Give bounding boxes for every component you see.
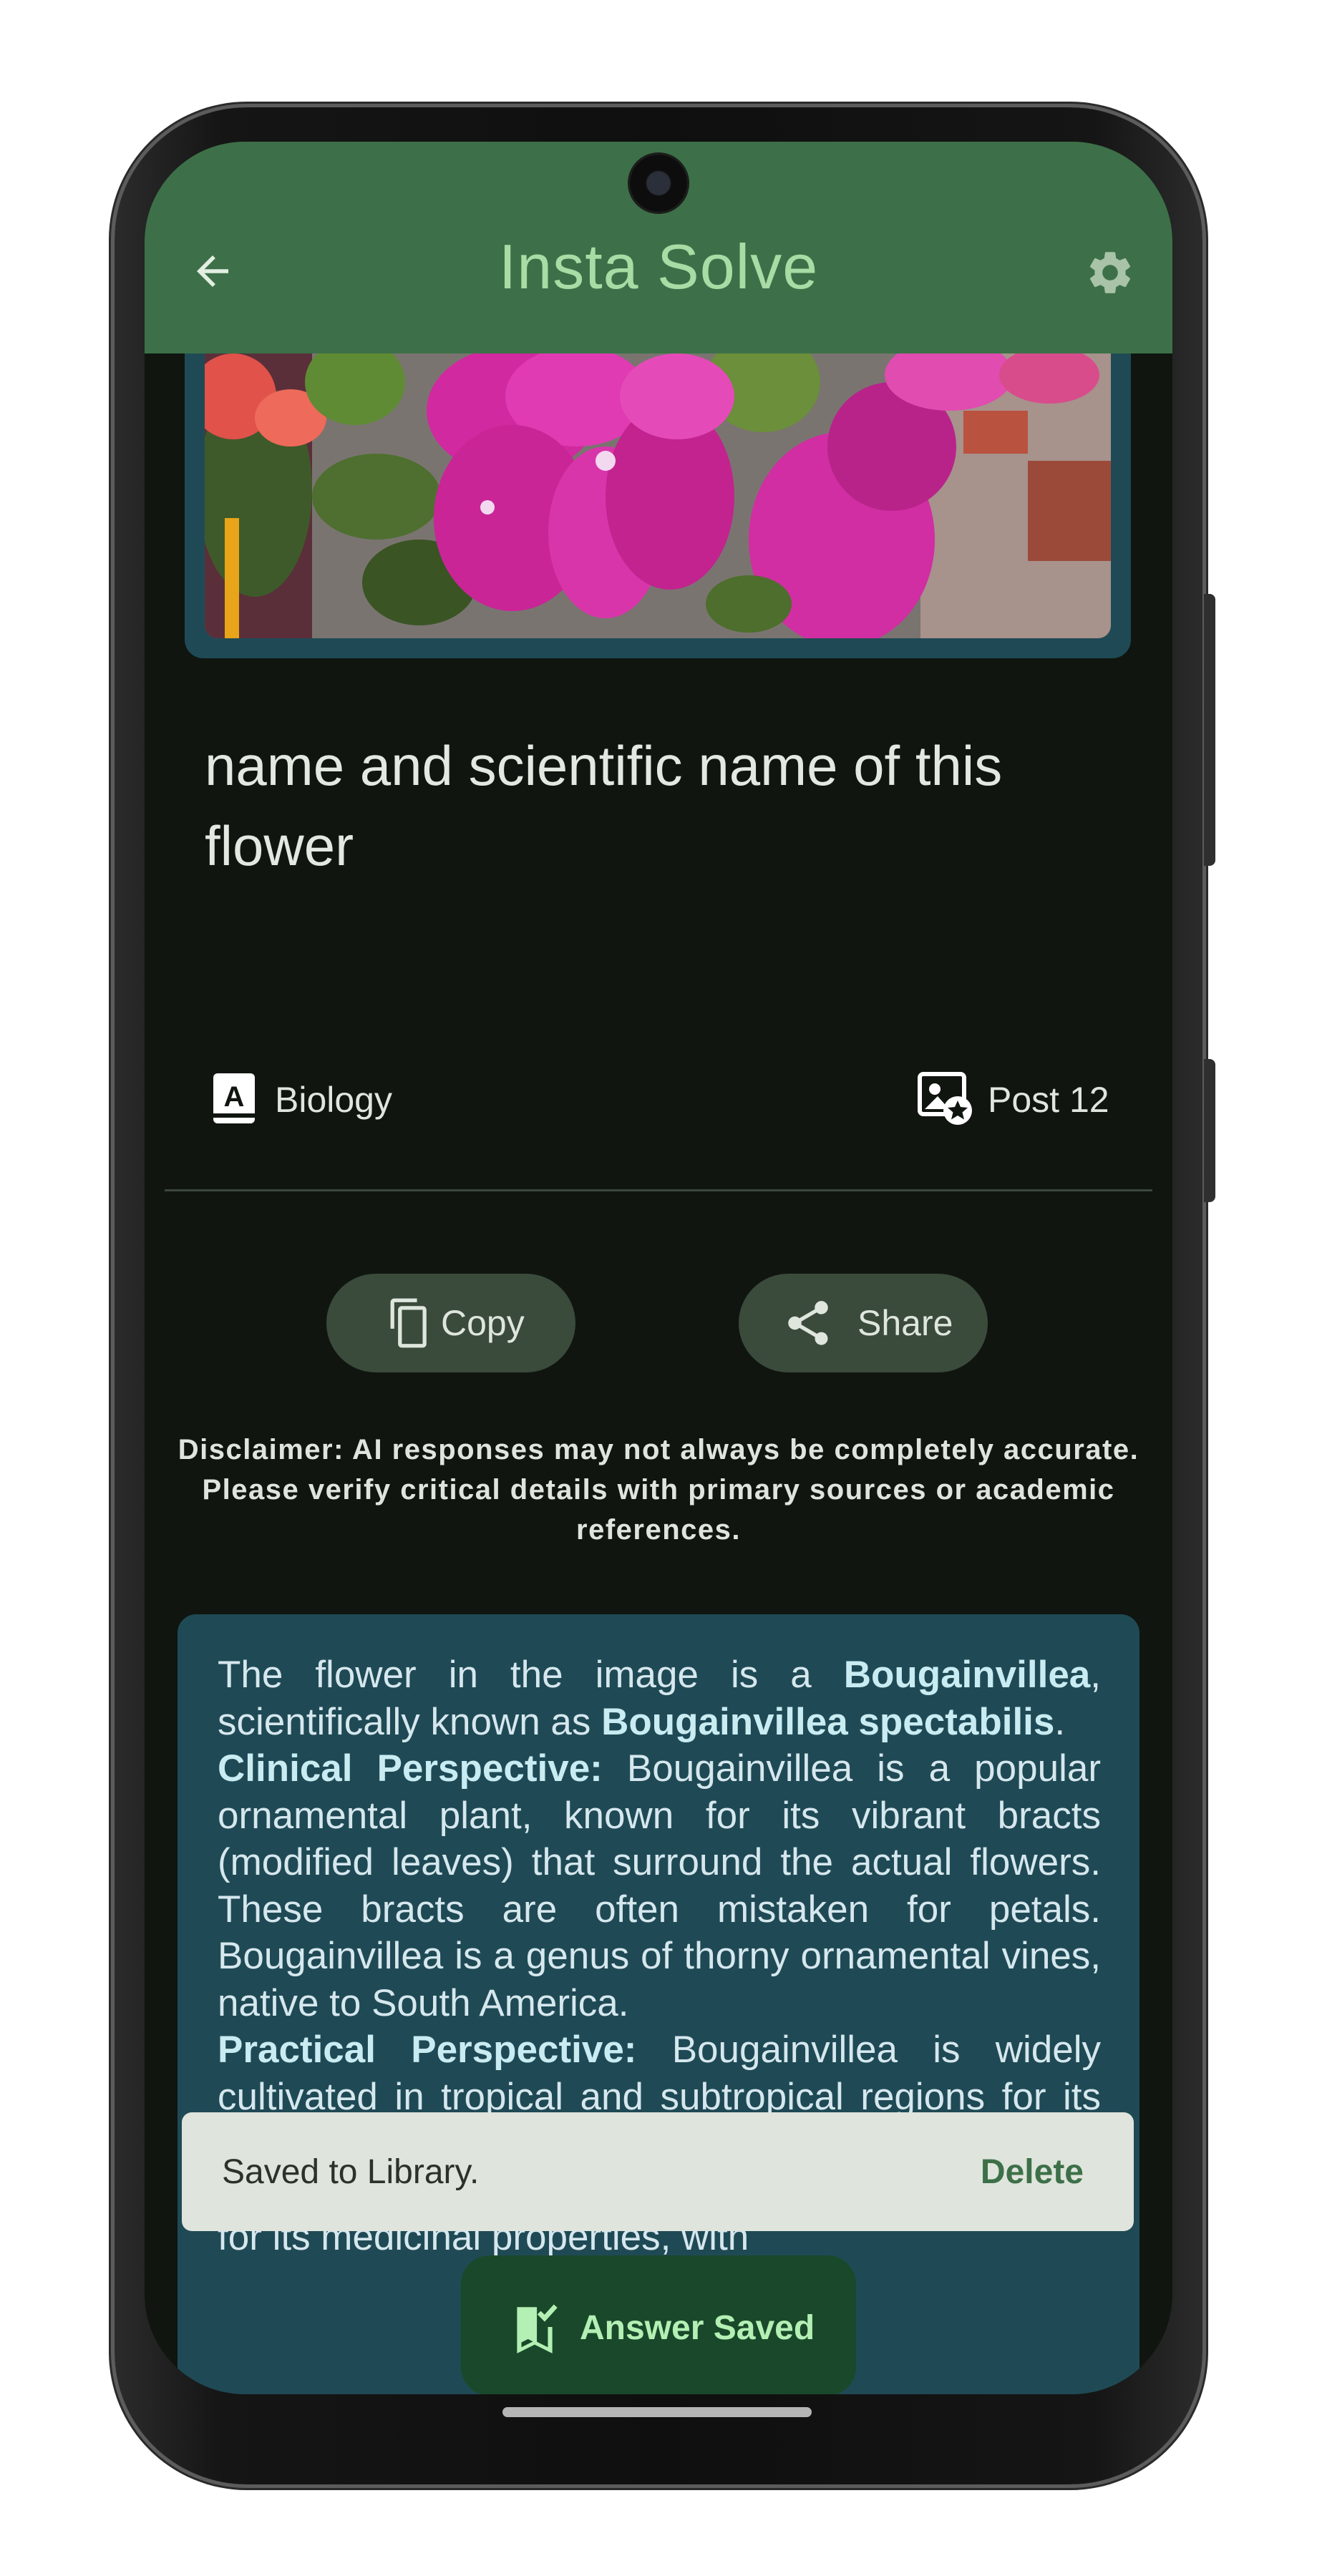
subject-tag: A Biology: [212, 1069, 441, 1131]
share-button[interactable]: Share: [739, 1274, 988, 1372]
disclaimer-line: references.: [576, 1514, 741, 1546]
disclaimer-line: Disclaimer: AI responses may not always …: [178, 1434, 1139, 1465]
copy-button[interactable]: Copy: [326, 1274, 575, 1372]
copy-icon: [390, 1298, 427, 1348]
volume-button: [1204, 594, 1215, 866]
fab-label: Answer Saved: [580, 2309, 815, 2347]
snackbar: Saved to Library. Delete: [182, 2112, 1134, 2231]
flower-photo[interactable]: [205, 353, 1111, 638]
disclaimer-text: Disclaimer: AI responses may not always …: [173, 1430, 1144, 1550]
question-title: name and scientific name of this flower: [205, 734, 1003, 877]
post-tag: Post 12: [918, 1069, 1147, 1131]
answer-saved-button[interactable]: Answer Saved: [461, 2255, 856, 2394]
answer-paragraph: Clinical Perspective: Bougainvillea is a…: [218, 1747, 1101, 2024]
app-bar: Insta Solve: [145, 142, 1172, 353]
post-label: Post 12: [988, 1080, 1109, 1120]
book-letter-a-icon: A: [213, 1073, 255, 1123]
bookmark-check-icon: [517, 2304, 558, 2353]
bougainvillea-image: [205, 353, 1111, 638]
disclaimer-line: Please verify critical details with prim…: [202, 1474, 1115, 1506]
power-button: [1204, 1059, 1215, 1202]
snackbar-delete-button[interactable]: Delete: [981, 2152, 1084, 2192]
answer-paragraph: The flower in the image is a Bougainvill…: [218, 1654, 1101, 1743]
section-divider: [165, 1189, 1152, 1191]
share-icon: [788, 1301, 828, 1345]
front-camera: [630, 155, 687, 212]
home-indicator[interactable]: [502, 2407, 812, 2417]
gear-icon[interactable]: [1084, 247, 1136, 298]
app-screen: Insta Solve name and scientific name of …: [145, 142, 1172, 2394]
snackbar-message: Saved to Library.: [222, 2153, 480, 2191]
svg-text:A: A: [224, 1081, 245, 1113]
subject-label: Biology: [275, 1080, 392, 1120]
app-title: Insta Solve: [498, 231, 819, 302]
image-star-icon: [918, 1072, 972, 1125]
share-label: Share: [857, 1303, 953, 1343]
image-card: [185, 353, 1131, 658]
copy-label: Copy: [441, 1303, 525, 1343]
